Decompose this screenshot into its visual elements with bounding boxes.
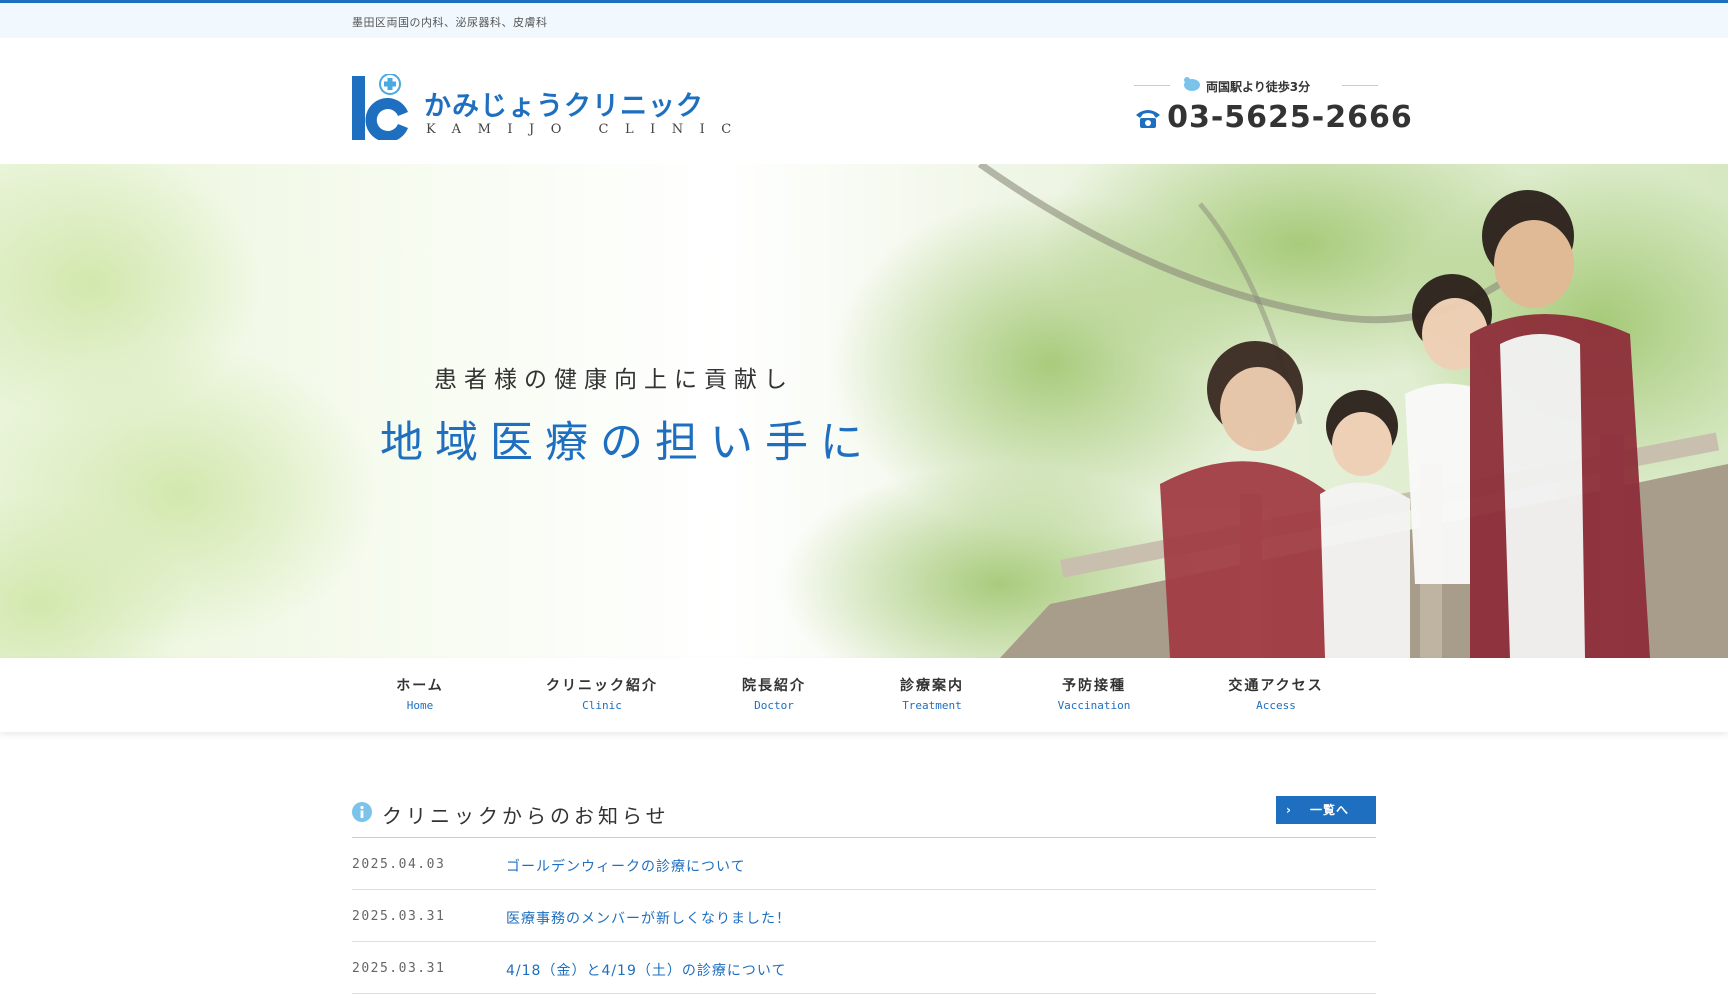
nav-item-vaccination[interactable]: 予防接種 Vaccination — [1038, 675, 1150, 712]
phone-number[interactable]: 03-5625-2666 — [1134, 100, 1413, 135]
logo-mark-icon — [352, 74, 408, 140]
hero-banner: 患者様の健康向上に貢献し 地域医療の担い手に — [0, 164, 1728, 658]
news-title: クリニックからのお知らせ — [382, 804, 670, 828]
news-header: クリニックからのお知らせ › 一覧へ — [352, 796, 1376, 838]
nav-label-en: Home — [406, 699, 434, 712]
nav-item-clinic[interactable]: クリニック紹介 Clinic — [536, 675, 668, 712]
access-note: 両国駅より徒歩3分 — [1134, 77, 1378, 94]
news-link[interactable]: 医療事務のメンバーが新しくなりました！ — [506, 908, 791, 928]
nav-label-en: Vaccination — [1057, 699, 1131, 712]
global-nav: ホーム Home クリニック紹介 Clinic 院長紹介 Doctor 診療案内… — [0, 658, 1728, 732]
phone-icon — [1136, 109, 1160, 128]
nav-label-jp: クリニック紹介 — [546, 678, 658, 694]
news-item: 2025.04.03 ゴールデンウィークの診療について — [352, 838, 1376, 890]
news-link[interactable]: 4/18（金）と4/19（土）の診療について — [506, 960, 786, 980]
chevron-right-icon: › — [1286, 803, 1292, 817]
nav-label-en: Treatment — [902, 699, 962, 712]
site-header: かみじょうクリニック KAMIJO CLINIC 両国駅より徒歩3分 03-56… — [0, 38, 1728, 164]
news-more-button[interactable]: › 一覧へ — [1276, 796, 1376, 824]
nav-label-jp: ホーム — [396, 678, 444, 694]
nav-item-treatment[interactable]: 診療案内 Treatment — [884, 675, 980, 712]
news-date: 2025.04.03 — [352, 857, 446, 872]
news-link[interactable]: ゴールデンウィークの診療について — [506, 856, 746, 876]
info-icon — [352, 802, 372, 822]
site-tagline: 墨田区両国の内科、泌尿器科、皮膚科 — [352, 16, 548, 29]
clinic-logo[interactable]: かみじょうクリニック KAMIJO CLINIC — [352, 74, 731, 140]
hero-subheading: 患者様の健康向上に貢献し — [434, 367, 794, 393]
nav-label-jp: 診療案内 — [900, 678, 964, 694]
nav-item-home[interactable]: ホーム Home — [384, 675, 456, 712]
nav-label-en: Clinic — [582, 699, 622, 712]
nav-item-access[interactable]: 交通アクセス Access — [1216, 675, 1336, 712]
news-date: 2025.03.31 — [352, 909, 446, 924]
nav-label-jp: 予防接種 — [1062, 678, 1126, 694]
news-item: 2025.03.31 医療事務のメンバーが新しくなりました！ — [352, 890, 1376, 942]
nav-label-en: Doctor — [754, 699, 794, 712]
nav-label-en: Access — [1256, 699, 1296, 712]
access-text: 両国駅より徒歩3分 — [1206, 80, 1311, 94]
news-list: 2025.04.03 ゴールデンウィークの診療について 2025.03.31 医… — [352, 838, 1376, 994]
news-item: 2025.03.31 4/18（金）と4/19（土）の診療について — [352, 942, 1376, 994]
divider — [1342, 85, 1378, 86]
divider — [1134, 85, 1170, 86]
phone-number-text: 03-5625-2666 — [1167, 100, 1413, 135]
walk-icon — [1184, 77, 1200, 91]
nav-item-doctor[interactable]: 院長紹介 Doctor — [730, 675, 818, 712]
hero-heading: 地域医療の担い手に — [380, 418, 875, 468]
contact-info: 両国駅より徒歩3分 03-5625-2666 — [1134, 74, 1412, 144]
logo-name-en: KAMIJO CLINIC — [426, 122, 748, 137]
logo-name-jp: かみじょうクリニック — [424, 91, 704, 122]
nav-label-jp: 交通アクセス — [1228, 678, 1324, 694]
news-more-label: 一覧へ — [1310, 803, 1350, 817]
nav-label-jp: 院長紹介 — [742, 678, 806, 694]
news-section: クリニックからのお知らせ › 一覧へ 2025.04.03 ゴールデンウィークの… — [352, 796, 1376, 994]
top-bar: 墨田区両国の内科、泌尿器科、皮膚科 — [0, 0, 1728, 38]
news-date: 2025.03.31 — [352, 961, 446, 976]
